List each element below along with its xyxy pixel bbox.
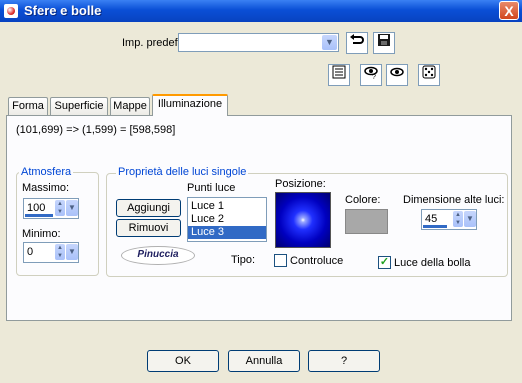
maximum-value: 100 bbox=[27, 202, 46, 214]
minimum-label: Minimo: bbox=[22, 228, 61, 240]
minimum-value: 0 bbox=[27, 246, 34, 258]
list-item[interactable]: Luce 2 bbox=[188, 213, 266, 226]
tab-illuminazione[interactable]: Illuminazione bbox=[152, 94, 228, 116]
backlight-label: Controluce bbox=[290, 255, 344, 267]
chevron-down-icon[interactable]: ▼ bbox=[464, 211, 476, 227]
coordinates-readout: (101,699) => (1,599) = [598,598] bbox=[16, 124, 176, 136]
light-position-picker[interactable] bbox=[275, 192, 331, 248]
chevron-down-icon[interactable]: ▼ bbox=[66, 244, 78, 260]
maximum-stepper[interactable]: 100 ▲ ▼ ▼ bbox=[23, 198, 79, 219]
ok-button[interactable]: OK bbox=[147, 350, 219, 372]
spin-updown-icon[interactable]: ▲ ▼ bbox=[55, 200, 65, 216]
bubble-light-checkbox[interactable]: ✓ bbox=[378, 256, 391, 269]
maximum-slider-bar[interactable] bbox=[25, 214, 53, 217]
floppy-disk-icon[interactable] bbox=[373, 32, 395, 54]
remove-light-button[interactable]: Rimuovi bbox=[116, 219, 181, 237]
svg-text:?: ? bbox=[372, 74, 376, 79]
minimum-stepper[interactable]: 0 ▲ ▼ ▼ bbox=[23, 242, 79, 263]
help-button[interactable]: ? bbox=[308, 350, 380, 372]
list-item[interactable]: Luce 1 bbox=[188, 200, 266, 213]
window-title: Sfere e bolle bbox=[24, 3, 102, 18]
add-light-button[interactable]: Aggiungi bbox=[116, 199, 181, 217]
tab-forma[interactable]: Forma bbox=[8, 97, 48, 115]
list-item[interactable]: Luce 3 bbox=[188, 226, 266, 239]
light-color-swatch[interactable] bbox=[345, 209, 388, 234]
preset-label: Imp. predef.: bbox=[122, 37, 184, 49]
eye-random-icon[interactable]: ? bbox=[360, 64, 382, 86]
lights-title: Proprietà delle luci singole bbox=[116, 166, 249, 178]
options-list-icon[interactable] bbox=[328, 64, 350, 86]
chevron-down-icon[interactable]: ▼ bbox=[66, 200, 78, 216]
maximum-label: Massimo: bbox=[22, 182, 70, 194]
light-points-label: Punti luce bbox=[187, 182, 236, 194]
spin-updown-icon[interactable]: ▲ ▼ bbox=[55, 244, 65, 260]
highlight-size-value: 45 bbox=[425, 213, 438, 225]
tab-mappe[interactable]: Mappe bbox=[110, 97, 150, 115]
app-icon bbox=[4, 4, 18, 18]
logo-text: Pinuccia bbox=[137, 249, 179, 260]
position-label: Posizione: bbox=[275, 178, 326, 190]
type-label: Tipo: bbox=[231, 254, 256, 266]
spin-updown-icon[interactable]: ▲ ▼ bbox=[453, 211, 463, 227]
close-button[interactable]: X bbox=[499, 1, 519, 20]
preset-select[interactable]: ▼ bbox=[178, 33, 339, 52]
eye-icon[interactable] bbox=[386, 64, 408, 86]
chevron-down-icon[interactable]: ▼ bbox=[322, 35, 337, 50]
highlight-size-stepper[interactable]: 45 ▲ ▼ ▼ bbox=[421, 209, 477, 230]
undo-arrow-icon[interactable] bbox=[346, 32, 368, 54]
atmosphere-title: Atmosfera bbox=[19, 166, 74, 178]
tab-superficie[interactable]: Superficie bbox=[50, 97, 108, 115]
pinuccia-logo: Pinuccia bbox=[121, 246, 195, 265]
backlight-checkbox[interactable] bbox=[274, 254, 287, 267]
dice-icon[interactable] bbox=[418, 64, 440, 86]
highlight-size-slider-bar[interactable] bbox=[423, 225, 447, 228]
cancel-button[interactable]: Annulla bbox=[228, 350, 300, 372]
light-points-list[interactable]: Luce 1 Luce 2 Luce 3 bbox=[187, 197, 267, 242]
color-label: Colore: bbox=[345, 194, 381, 206]
bubble-light-label: Luce della bolla bbox=[394, 257, 471, 269]
highlight-size-label: Dimensione alte luci: bbox=[403, 194, 505, 206]
